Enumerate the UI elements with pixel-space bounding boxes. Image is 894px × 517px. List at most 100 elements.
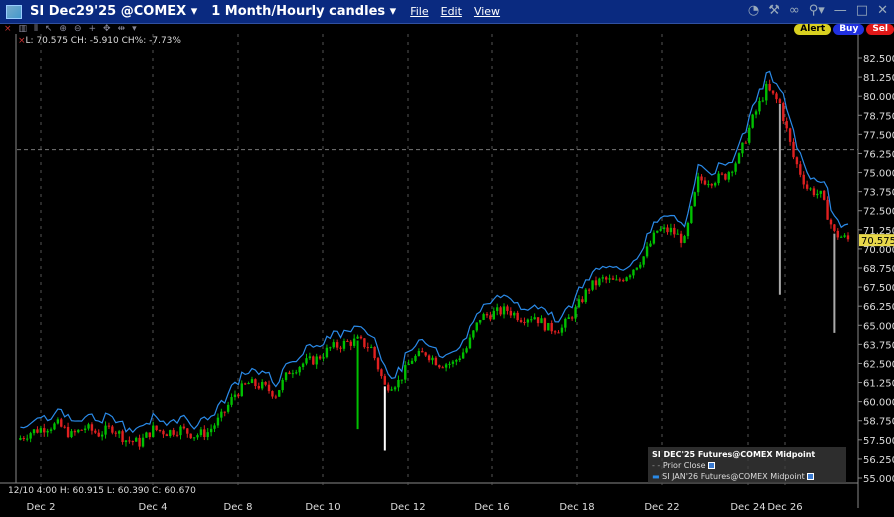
period-selector[interactable]: 1 Month/Hourly candles ▾ (211, 4, 396, 19)
menu-file[interactable]: File (410, 5, 428, 18)
candle-body (632, 269, 635, 276)
chat-icon[interactable]: ◔ (748, 3, 759, 19)
time-tick-label: Dec 2 (27, 502, 56, 513)
candle-body (819, 190, 822, 194)
candle-body (189, 433, 192, 439)
candle-body (49, 429, 53, 431)
candle-body (308, 356, 312, 359)
candle-body (220, 411, 223, 418)
candle-body (686, 222, 690, 237)
candle-body (458, 358, 461, 361)
candle-body (652, 232, 656, 244)
candle-body (826, 199, 829, 220)
candle-body (741, 142, 744, 154)
candle-body (509, 310, 513, 316)
candle-body (547, 322, 550, 331)
candle-body (404, 365, 407, 380)
candle-body (356, 336, 359, 339)
maximize-icon[interactable]: □ (856, 3, 868, 19)
candle-body (271, 391, 274, 397)
candle-body (731, 171, 734, 173)
legend-item-prior-close[interactable]: - - Prior Close (652, 460, 842, 471)
candle-body (666, 227, 669, 233)
time-tick-label: Dec 16 (474, 502, 509, 513)
candle-body (669, 227, 673, 233)
time-tick-label: Dec 4 (139, 502, 168, 513)
checkbox-icon[interactable] (708, 462, 716, 469)
price-tick-label: 55.000 (863, 474, 894, 485)
candle-body (540, 318, 543, 324)
candle-body (43, 428, 46, 433)
candle-body (516, 312, 519, 321)
candle-body (203, 429, 206, 438)
candle-body (250, 379, 254, 384)
candle-body (434, 357, 438, 366)
candle-body (812, 188, 816, 196)
candle-body (182, 426, 186, 429)
candle-body (32, 429, 36, 434)
candle-body (335, 342, 339, 348)
candle-body (564, 318, 567, 328)
pin-icon[interactable]: ⚲▾ (809, 3, 825, 19)
checkbox-icon[interactable] (807, 473, 815, 480)
candle-body (63, 426, 66, 428)
candle-body (468, 337, 472, 349)
price-tick-label: 67.500 (863, 283, 894, 294)
candle-body (679, 233, 683, 243)
crosshair-info: 12/10 4:00 H: 60.915 L: 60.390 C: 60.670 (8, 486, 196, 496)
candle-body (240, 383, 243, 397)
candle-body (703, 180, 707, 185)
candle-body (816, 193, 819, 196)
candle-body (77, 429, 80, 433)
candle-body (80, 429, 83, 431)
link-icon[interactable]: ∞ (789, 3, 800, 19)
time-tick-label: Dec 8 (224, 502, 253, 513)
legend-item-jan[interactable]: ▬ SI JAN'26 Futures@COMEX Midpoint (652, 471, 842, 482)
price-tick-label: 78.750 (863, 111, 894, 122)
candle-body (359, 336, 363, 339)
candle-body (138, 437, 141, 447)
minimize-icon[interactable]: — (834, 3, 847, 19)
candle-body (301, 363, 305, 368)
price-tick-label: 58.750 (863, 417, 894, 428)
candle-body (291, 373, 295, 375)
time-tick-label: Dec 18 (559, 502, 594, 513)
price-chart[interactable]: 82.500 81.250 80.000 78.750 77.500 76.250 75.0… (0, 34, 894, 517)
candle-body (690, 206, 693, 223)
price-tick-label: 66.250 (863, 302, 894, 313)
candle-body (724, 173, 727, 180)
candle-body (567, 317, 570, 319)
candle-body (339, 347, 342, 349)
close-icon[interactable]: ✕ (877, 3, 888, 19)
candle-body (696, 176, 700, 193)
candle-body (553, 331, 557, 333)
candle-body (22, 438, 26, 440)
candle-body (591, 280, 594, 290)
candle-body (36, 429, 39, 433)
candle-body (87, 424, 90, 429)
candle-body (771, 90, 775, 94)
wrench-icon[interactable]: ⚒ (768, 3, 780, 19)
candle-body (318, 356, 322, 359)
candle-body (461, 352, 465, 359)
candle-body (352, 338, 356, 346)
candle-body (618, 279, 622, 281)
candle-body (710, 184, 713, 186)
price-tick-label: 57.500 (863, 436, 894, 447)
candle-body (485, 314, 489, 316)
candle-body (305, 358, 308, 364)
time-tick-label: Dec 12 (390, 502, 425, 513)
menu-edit[interactable]: Edit (441, 5, 462, 18)
candle-body (342, 341, 346, 349)
candle-body (179, 426, 182, 436)
candle-body (94, 430, 97, 433)
instrument-selector[interactable]: SI Dec29'25 @COMEX ▾ (30, 4, 197, 19)
candle-body (148, 432, 152, 438)
candle-body (366, 347, 369, 349)
candle-body (802, 174, 805, 185)
candle-body (720, 173, 724, 175)
candle-body (46, 430, 49, 433)
price-tick-label: 72.500 (863, 207, 894, 218)
menu-view[interactable]: View (474, 5, 500, 18)
candle-body (799, 164, 802, 175)
